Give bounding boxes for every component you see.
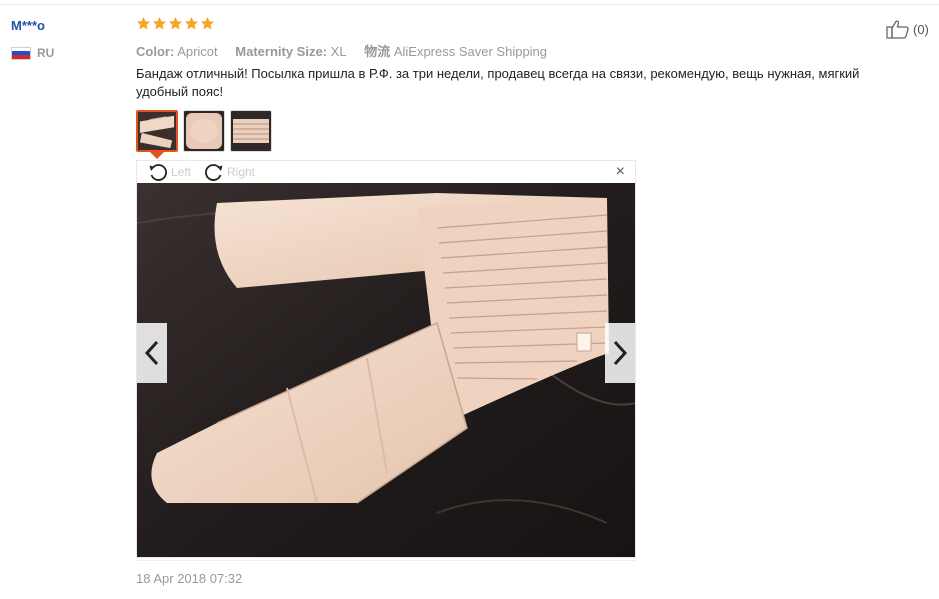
product-attributes: Color: Apricot Maternity Size: XL 物流 Ali… bbox=[136, 41, 561, 60]
chevron-right-icon bbox=[613, 340, 628, 366]
photo-viewer: Left Right × bbox=[136, 160, 636, 558]
photo-thumbnail-1[interactable] bbox=[136, 110, 178, 152]
next-photo-button[interactable] bbox=[605, 323, 635, 383]
rotate-right-button[interactable]: Right bbox=[203, 162, 255, 182]
rotate-right-label: Right bbox=[227, 165, 256, 179]
reviewer-name[interactable]: M***o bbox=[11, 18, 45, 33]
previous-photo-button[interactable] bbox=[137, 323, 167, 383]
top-divider bbox=[0, 4, 939, 5]
attr-value-size: XL bbox=[330, 44, 347, 59]
star-icon bbox=[168, 16, 183, 30]
star-icon bbox=[136, 16, 151, 30]
attr-label-shipping: 物流 bbox=[364, 44, 391, 59]
star-rating bbox=[136, 16, 215, 31]
photo-thumbnail-2[interactable] bbox=[183, 110, 225, 152]
thumbs-up-icon bbox=[886, 20, 909, 39]
star-icon bbox=[200, 16, 215, 30]
country-code: RU bbox=[37, 46, 55, 60]
rotate-left-label: Left bbox=[171, 165, 192, 179]
attr-label-size: Maternity Size: bbox=[235, 44, 328, 59]
photo-thumbnails bbox=[136, 110, 272, 152]
rotate-left-icon bbox=[149, 164, 167, 181]
attr-value-color: Apricot bbox=[177, 44, 218, 59]
active-thumbnail-indicator bbox=[150, 152, 164, 159]
review-photo bbox=[137, 183, 635, 557]
rotate-right-icon bbox=[205, 164, 223, 181]
review-text: Бандаж отличный! Посылка пришла в Р.Ф. з… bbox=[136, 66, 860, 99]
review-timestamp: 18 Apr 2018 07:32 bbox=[136, 571, 243, 586]
photo-thumbnail-3[interactable] bbox=[230, 110, 272, 152]
star-icon bbox=[152, 16, 167, 30]
viewer-toolbar: Left Right × bbox=[137, 161, 635, 183]
rotate-left-button[interactable]: Left bbox=[147, 162, 191, 182]
close-viewer-button[interactable]: × bbox=[616, 164, 625, 180]
russia-flag-icon bbox=[11, 46, 31, 60]
attr-label-color: Color: bbox=[136, 44, 175, 59]
reviewer-country: RU bbox=[11, 46, 54, 60]
helpful-count: (0) bbox=[913, 21, 929, 37]
star-icon bbox=[184, 16, 199, 30]
chevron-left-icon bbox=[144, 340, 159, 366]
helpful-button[interactable]: (0) bbox=[886, 19, 929, 39]
attr-value-shipping: AliExpress Saver Shipping bbox=[393, 44, 548, 59]
bottom-divider bbox=[136, 560, 636, 561]
